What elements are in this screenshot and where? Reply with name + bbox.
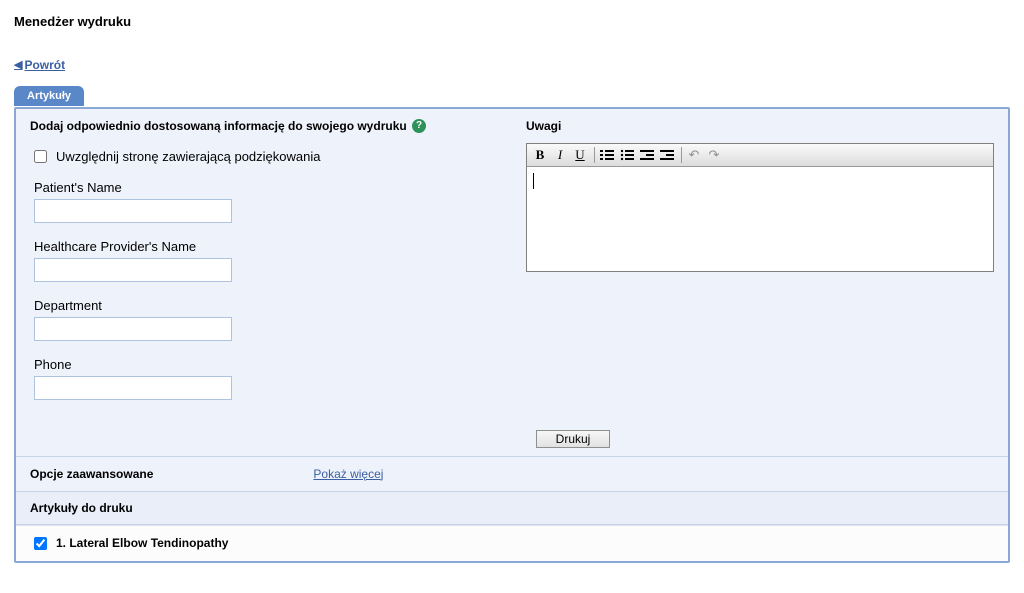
patient-name-label: Patient's Name <box>34 180 512 195</box>
article-row: 1. Lateral Elbow Tendinopathy <box>16 525 1008 561</box>
underline-button[interactable]: U <box>571 146 589 164</box>
outdent-button[interactable] <box>638 146 656 164</box>
remarks-editor: B I U ↶ ↷ <box>526 143 994 272</box>
back-link-label: Powrót <box>24 58 65 72</box>
back-caret-icon: ◀ <box>14 58 22 71</box>
remarks-section: Uwagi B I U ↶ ↷ <box>526 109 1008 430</box>
include-thanks-checkbox[interactable] <box>34 150 47 163</box>
redo-button[interactable]: ↷ <box>705 146 723 164</box>
tab-bar: Artykuły <box>14 86 1010 108</box>
main-panel: Dodaj odpowiednio dostosowaną informację… <box>14 107 1010 563</box>
phone-input[interactable] <box>34 376 232 400</box>
tab-articles[interactable]: Artykuły <box>14 86 84 106</box>
unordered-list-icon <box>620 149 634 161</box>
ordered-list-button[interactable] <box>598 146 616 164</box>
patient-name-input[interactable] <box>34 199 232 223</box>
advanced-toggle-link[interactable]: Pokaż więcej <box>313 467 383 481</box>
provider-name-input[interactable] <box>34 258 232 282</box>
help-icon[interactable]: ? <box>412 119 426 133</box>
indent-icon <box>660 149 674 161</box>
outdent-icon <box>640 149 654 161</box>
indent-button[interactable] <box>658 146 676 164</box>
custom-info-heading: Dodaj odpowiednio dostosowaną informację… <box>30 119 407 133</box>
phone-label: Phone <box>34 357 512 372</box>
bold-button[interactable]: B <box>531 146 549 164</box>
provider-name-label: Healthcare Provider's Name <box>34 239 512 254</box>
toolbar-separator <box>681 147 682 163</box>
back-link[interactable]: ◀ Powrót <box>14 58 65 72</box>
department-label: Department <box>34 298 512 313</box>
toolbar-separator <box>594 147 595 163</box>
redo-icon: ↷ <box>709 147 720 163</box>
print-button[interactable]: Drukuj <box>536 430 610 448</box>
ordered-list-icon <box>600 149 614 161</box>
remarks-heading: Uwagi <box>526 119 994 133</box>
custom-info-section: Dodaj odpowiednio dostosowaną informację… <box>16 109 526 430</box>
undo-icon: ↶ <box>689 147 700 163</box>
advanced-heading: Opcje zaawansowane <box>30 467 153 481</box>
italic-button[interactable]: I <box>551 146 569 164</box>
remarks-toolbar: B I U ↶ ↷ <box>527 144 993 167</box>
remarks-textarea[interactable] <box>527 167 993 271</box>
department-input[interactable] <box>34 317 232 341</box>
undo-button[interactable]: ↶ <box>685 146 703 164</box>
include-thanks-label: Uwzględnij stronę zawierającą podziękowa… <box>56 149 320 164</box>
page-title: Menedżer wydruku <box>14 14 1010 29</box>
articles-heading: Artykuły do druku <box>16 491 1008 525</box>
text-caret-icon <box>533 173 534 189</box>
unordered-list-button[interactable] <box>618 146 636 164</box>
